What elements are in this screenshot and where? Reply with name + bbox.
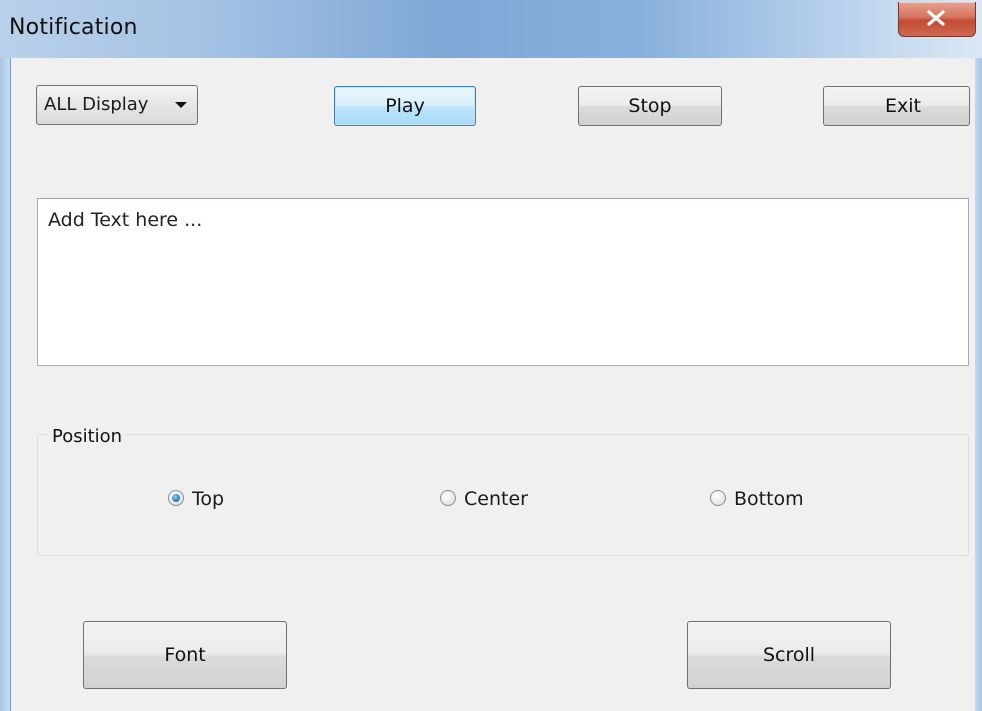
message-text: Add Text here ... [48,209,203,231]
radio-bottom-label: Bottom [734,488,804,510]
title-bar[interactable]: Notification [0,0,982,58]
close-button[interactable] [898,2,976,37]
radio-bottom-indicator [710,490,726,506]
position-legend: Position [48,426,127,447]
exit-button[interactable]: Exit [823,86,970,126]
window-frame-right [974,58,982,711]
window-title: Notification [9,15,138,40]
radio-top-indicator [168,490,184,506]
display-select-value: ALL Display [44,94,149,115]
chevron-down-icon [175,102,187,108]
message-textarea[interactable]: Add Text here ... [37,198,969,366]
play-button[interactable]: Play [334,86,476,126]
radio-top-label: Top [192,488,225,510]
font-button[interactable]: Font [83,621,287,689]
close-icon [927,10,945,26]
stop-button[interactable]: Stop [578,86,722,126]
radio-center-indicator [440,490,456,506]
scroll-button[interactable]: Scroll [687,621,891,689]
dialog-client-area: ALL Display Play Stop Exit Add Text here… [10,58,975,711]
display-select[interactable]: ALL Display [36,85,198,125]
radio-center-label: Center [464,488,528,510]
notification-window: Notification ALL Display Play Stop Exit … [0,0,982,711]
window-frame-left [0,58,10,711]
